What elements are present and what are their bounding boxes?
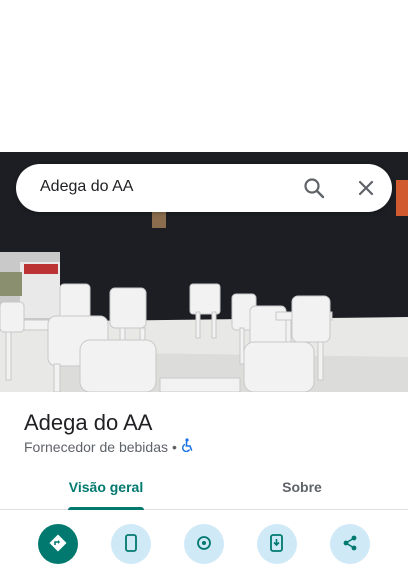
search-input[interactable]: Adega do AA bbox=[40, 178, 133, 196]
tab-bar: Visão geral Sobre bbox=[0, 464, 408, 510]
action-row bbox=[0, 522, 408, 564]
active-tab-indicator bbox=[68, 507, 144, 510]
phone-icon bbox=[125, 534, 137, 552]
share-icon bbox=[343, 535, 357, 551]
send-to-phone-button[interactable] bbox=[257, 524, 297, 564]
save-button[interactable] bbox=[184, 524, 224, 564]
wheelchair-icon bbox=[181, 438, 193, 455]
directions-button[interactable] bbox=[38, 524, 78, 564]
directions-icon bbox=[49, 534, 67, 552]
save-icon bbox=[197, 536, 211, 550]
close-icon[interactable] bbox=[352, 174, 380, 202]
place-subtitle: Fornecedor de bebidas • bbox=[24, 438, 193, 455]
search-icon[interactable] bbox=[300, 174, 328, 202]
separator-dot: • bbox=[172, 438, 177, 455]
share-button[interactable] bbox=[330, 524, 370, 564]
top-blank-area bbox=[0, 0, 408, 152]
call-button[interactable] bbox=[111, 524, 151, 564]
search-bar[interactable]: Adega do AA bbox=[16, 164, 392, 212]
tab-about[interactable]: Sobre bbox=[220, 464, 384, 510]
tab-overview[interactable]: Visão geral bbox=[24, 464, 188, 510]
place-info-panel: Adega do AA Fornecedor de bebidas • Visã… bbox=[0, 392, 408, 564]
send-to-phone-icon bbox=[270, 534, 283, 552]
place-title: Adega do AA bbox=[24, 410, 153, 435]
place-category: Fornecedor de bebidas bbox=[24, 438, 168, 455]
